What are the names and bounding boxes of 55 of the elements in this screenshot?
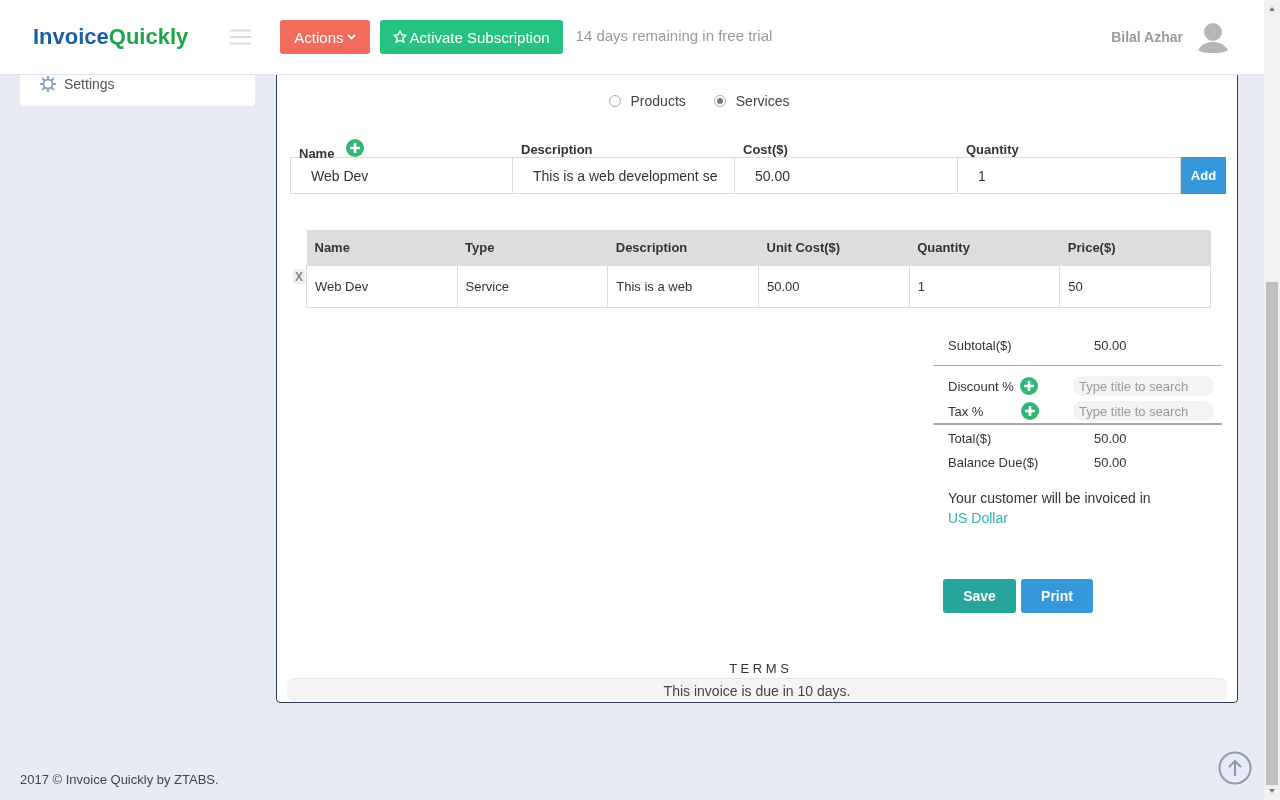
subtotal-value: 50.00 [1094,338,1128,353]
add-icon[interactable] [1021,402,1040,420]
summary-label: Subtotal($) [948,338,1013,353]
column-header: Description [607,230,759,266]
table-cell: Web Dev [315,279,369,294]
sidebar-item[interactable]: Settings [40,76,115,92]
chevron-icon [346,34,356,40]
user-name[interactable]: Bilal Azhar [1111,29,1183,45]
column-header: Price($) [1059,230,1211,266]
scroll-up-icon[interactable] [1218,751,1252,785]
actions-button[interactable]: Actions [280,20,370,54]
radio-option[interactable]: Products [608,93,686,109]
subscribe-button[interactable]: Activate Subscription [379,20,563,54]
star-icon [392,30,407,44]
add-icon[interactable] [346,139,365,157]
currency-note: Your customer will be invoiced in US Dollar [947,489,1152,528]
table-cell: 1 [909,265,1060,308]
summary-label: Tax % [948,403,984,419]
total-value: 50.00 [1094,431,1128,446]
summary-label: Discount % [948,378,1014,394]
remove-button[interactable]: X [293,269,305,284]
summary-label: Total($) [948,431,993,446]
logo: InvoiceQuickly [32,23,190,51]
terms-text: This invoice is due in 10 days. [287,678,1227,702]
column-header: Name [306,230,458,266]
table-cell: Service [457,265,608,308]
terms-heading: T E R M S [728,661,790,676]
footer-text: 2017 © Invoice Quickly by ZTABS. [20,772,219,787]
column-header: Type [457,230,608,266]
column-header: Unit Cost($) [758,230,910,266]
avatar-icon [1197,21,1229,53]
search-field[interactable]: Type title to search [1073,376,1214,396]
menu-icon[interactable] [230,29,252,45]
column-label: Description [521,142,593,157]
input-field[interactable]: 1 [957,157,1181,194]
add-icon[interactable] [1019,377,1038,395]
radio-option[interactable]: Services [713,93,790,109]
gear-icon [40,76,56,92]
input-field[interactable]: 50.00 [734,157,958,194]
table-cell: 50 [1059,265,1211,308]
trial-notice: 14 days remaining in free trial [575,26,773,44]
input-field[interactable]: This is a web development se [512,157,735,194]
column-header: Quantity [909,230,1060,266]
print-button[interactable]: Print [1021,579,1093,613]
balance-value: 50.00 [1094,455,1128,470]
input-field[interactable]: Web Dev [290,157,513,194]
summary-label: Balance Due($) [948,455,1040,470]
search-field[interactable]: Type title to search [1073,401,1214,421]
add-button[interactable]: Add [1181,157,1226,194]
table-cell: 50.00 [758,265,910,308]
column-label: Quantity [966,142,1019,157]
column-label: Cost($) [743,142,788,157]
table-cell: This is a web [607,265,759,308]
currency-link[interactable]: US Dollar [948,510,1008,526]
save-button[interactable]: Save [943,579,1016,613]
